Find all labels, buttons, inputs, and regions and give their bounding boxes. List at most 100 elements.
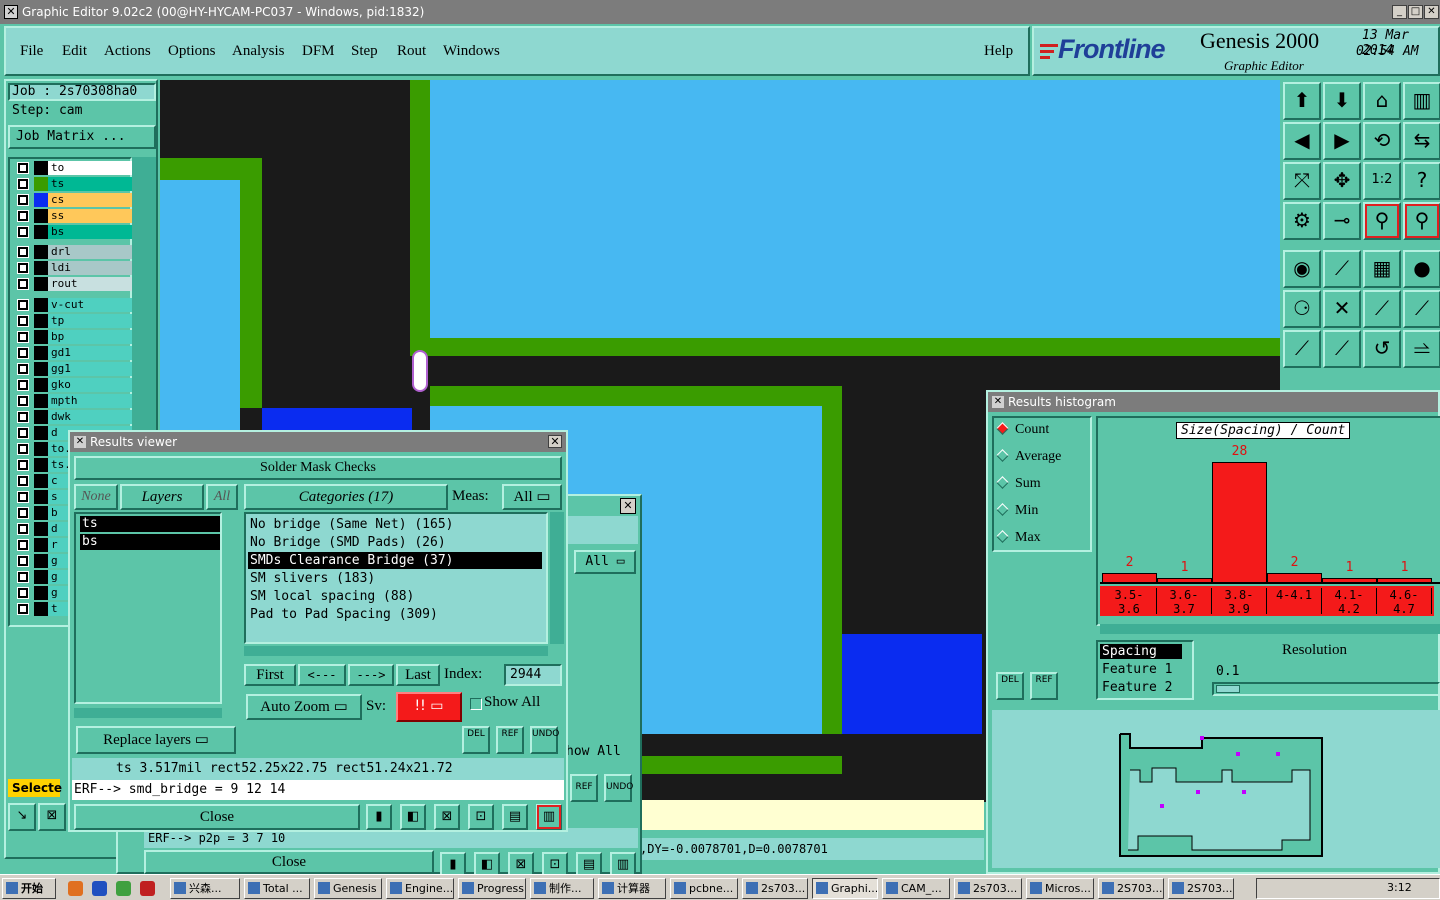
- layer-color-swatch[interactable]: [34, 426, 48, 440]
- layer-color-swatch[interactable]: [34, 602, 48, 616]
- filter2-icon[interactable]: ⚲: [1403, 202, 1440, 240]
- layer-checkbox[interactable]: [17, 226, 29, 238]
- layer-checkbox[interactable]: [17, 363, 29, 375]
- categories-scrollbar[interactable]: [550, 512, 564, 644]
- window-app-icon[interactable]: ✕: [4, 5, 18, 19]
- layer-color-swatch[interactable]: [34, 225, 48, 239]
- histogram-bar[interactable]: [1322, 578, 1377, 582]
- layer-checkbox[interactable]: [17, 459, 29, 471]
- layer-checkbox[interactable]: [17, 555, 29, 567]
- layer-name[interactable]: ss: [48, 209, 132, 223]
- menu-windows[interactable]: Windows: [443, 43, 500, 60]
- layer-checkbox[interactable]: [17, 315, 29, 327]
- viewer-window-icon[interactable]: ✕: [74, 436, 86, 448]
- category-item[interactable]: No Bridge (SMD Pads) (26): [248, 534, 542, 551]
- layer-checkbox[interactable]: [17, 178, 29, 190]
- layer-row-bp[interactable]: bp: [14, 330, 134, 344]
- category-item[interactable]: Pad to Pad Spacing (309): [248, 606, 542, 623]
- taskbar-item[interactable]: 2s703...: [742, 878, 808, 899]
- back-undo-button[interactable]: UNDO: [604, 774, 633, 802]
- draw-icon[interactable]: ⟋: [1283, 330, 1321, 368]
- histogram-bar[interactable]: [1377, 578, 1432, 582]
- histogram-bar[interactable]: [1267, 573, 1322, 582]
- ql-icon-3[interactable]: [116, 881, 131, 896]
- stat-option-min[interactable]: Min: [996, 503, 1038, 519]
- layer-color-swatch[interactable]: [34, 177, 48, 191]
- layer-color-swatch[interactable]: [34, 570, 48, 584]
- layer-checkbox[interactable]: [17, 539, 29, 551]
- flip-icon[interactable]: ⥬: [1403, 330, 1440, 368]
- layer-color-swatch[interactable]: [34, 362, 48, 376]
- layer-color-swatch[interactable]: [34, 314, 48, 328]
- resolution-slider[interactable]: [1212, 682, 1440, 696]
- taskbar-item[interactable]: 兴森...: [170, 878, 240, 899]
- taskbar-item[interactable]: pcbne...: [670, 878, 738, 899]
- filter-icon[interactable]: ⚲: [1363, 202, 1401, 240]
- fit-icon[interactable]: ⤧: [1283, 162, 1321, 200]
- auto-zoom-dropdown[interactable]: Auto Zoom ▭: [246, 694, 362, 720]
- radio-icon[interactable]: [996, 476, 1009, 489]
- meas-dropdown[interactable]: All ▭: [502, 484, 562, 510]
- select-icon[interactable]: ◉: [1283, 250, 1321, 288]
- category-item[interactable]: No bridge (Same Net) (165): [248, 516, 542, 533]
- report-icon[interactable]: ▤: [502, 804, 528, 830]
- show-all-checkbox[interactable]: [470, 698, 482, 710]
- radio-icon[interactable]: [996, 503, 1009, 516]
- resolution-slider-thumb[interactable]: [1216, 685, 1240, 693]
- menu-analysis[interactable]: Analysis: [232, 43, 285, 60]
- layer-row-tp[interactable]: tp: [14, 314, 134, 328]
- layer-name[interactable]: bs: [48, 225, 132, 239]
- layer-row-gg1[interactable]: gg1: [14, 362, 134, 376]
- pan-icon[interactable]: ✥: [1323, 162, 1361, 200]
- layer-checkbox[interactable]: [17, 603, 29, 615]
- bridge-marker[interactable]: [412, 350, 428, 392]
- layer-name[interactable]: tp: [48, 314, 132, 328]
- line-icon[interactable]: ⟋: [1323, 250, 1361, 288]
- histogram-bar[interactable]: [1157, 578, 1212, 582]
- layer-row-dwk[interactable]: dwk: [14, 410, 134, 424]
- back-ref-button[interactable]: REF: [570, 774, 598, 802]
- layer-checkbox[interactable]: [17, 347, 29, 359]
- layer-checkbox[interactable]: [17, 427, 29, 439]
- menu-actions[interactable]: Actions: [104, 43, 151, 60]
- layer-list-hscroll[interactable]: [74, 708, 222, 718]
- layer-checkbox[interactable]: [17, 475, 29, 487]
- taskbar-item[interactable]: 2S703...: [1098, 878, 1164, 899]
- right-icon[interactable]: ▶: [1323, 122, 1361, 160]
- menu-step[interactable]: Step: [351, 43, 378, 60]
- cross-icon[interactable]: ✕: [1323, 290, 1361, 328]
- scale-icon[interactable]: 1:2: [1363, 162, 1401, 200]
- layer-checkbox[interactable]: [17, 246, 29, 258]
- layer-row-v-cut[interactable]: v-cut: [14, 298, 134, 312]
- stat-option-max[interactable]: Max: [996, 530, 1041, 546]
- layer-row-ldi[interactable]: ldi: [14, 261, 134, 275]
- layer-color-swatch[interactable]: [34, 490, 48, 504]
- back-close-button[interactable]: Close: [144, 850, 434, 874]
- arc-icon[interactable]: ⟋: [1403, 290, 1440, 328]
- layers-tab[interactable]: Layers: [120, 484, 204, 510]
- layer-checkbox[interactable]: [17, 278, 29, 290]
- layer-color-swatch[interactable]: [34, 161, 48, 175]
- close-window-button[interactable]: ✕: [1424, 5, 1439, 19]
- categories-tab[interactable]: Categories (17): [244, 484, 448, 510]
- ql-icon-4[interactable]: [140, 881, 155, 896]
- layer-name[interactable]: ldi: [48, 261, 132, 275]
- taskbar-item[interactable]: 计算器: [598, 878, 666, 899]
- stat-option-average[interactable]: Average: [996, 449, 1061, 465]
- taskbar-item[interactable]: Graphi...: [812, 878, 878, 899]
- histogram-bar[interactable]: [1102, 573, 1157, 582]
- undo-button[interactable]: UNDO: [530, 726, 559, 754]
- layer-color-swatch[interactable]: [34, 378, 48, 392]
- category-item[interactable]: SM slivers (183): [248, 570, 542, 587]
- taskbar-item[interactable]: Micros...: [1026, 878, 1094, 899]
- page-up-icon[interactable]: ⬆: [1283, 82, 1321, 120]
- minimize-button[interactable]: _: [1392, 5, 1407, 19]
- layer-row-gko[interactable]: gko: [14, 378, 134, 392]
- layer-checkbox[interactable]: [17, 507, 29, 519]
- back-window-close-icon[interactable]: ✕: [620, 498, 636, 514]
- layer-color-swatch[interactable]: [34, 474, 48, 488]
- radio-icon[interactable]: [996, 530, 1009, 543]
- menu-rout[interactable]: Rout: [397, 43, 426, 60]
- window-icon[interactable]: ▥: [1403, 82, 1440, 120]
- measure-icon[interactable]: ⟋: [1363, 290, 1401, 328]
